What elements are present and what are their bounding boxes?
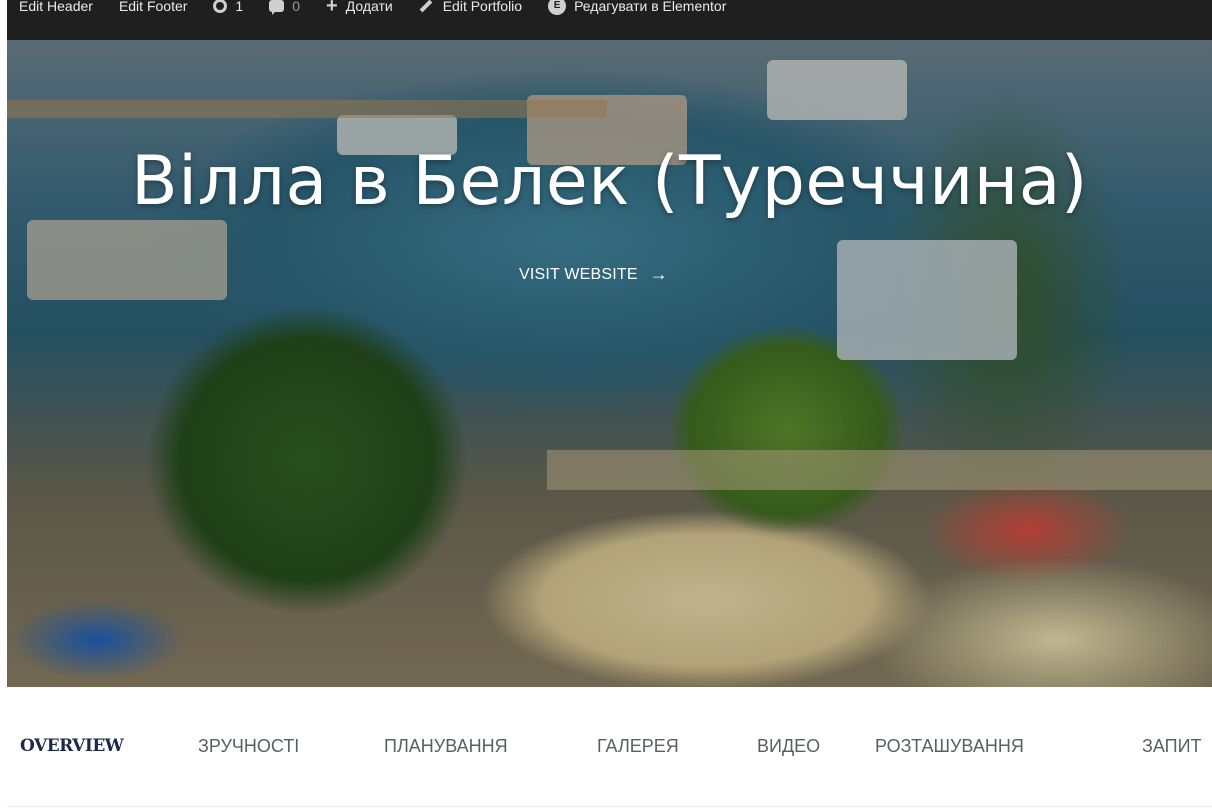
edit-portfolio-label: Edit Portfolio (442, 0, 523, 14)
edit-elementor-link[interactable]: E Редагувати в Elementor (548, 0, 726, 15)
add-new-label: Додати (345, 0, 393, 14)
tabs-divider (7, 806, 1212, 807)
edit-header-link[interactable]: Edit Header (19, 0, 93, 14)
tab-video[interactable]: ВИДЕО (757, 736, 820, 757)
section-tabs: OVERVIEW ЗРУЧНОСТІ ПЛАНУВАННЯ ГАЛЕРЕЯ ВИ… (7, 720, 1212, 780)
comments-count: 0 (292, 0, 301, 14)
plus-icon: + (326, 0, 338, 17)
updates-link[interactable]: 1 (213, 0, 243, 14)
admin-bar: Edit Header Edit Footer 1 0 + Додати Edi… (7, 0, 1212, 40)
hero-banner: Вілла в Белек (Туреччина) VISIT WEBSITE … (7, 40, 1212, 687)
admin-bar-items: Edit Header Edit Footer 1 0 + Додати Edi… (19, 0, 752, 17)
arrow-right-icon: → (649, 264, 668, 284)
tab-planning[interactable]: ПЛАНУВАННЯ (384, 736, 508, 757)
edit-portfolio-link[interactable]: Edit Portfolio (419, 0, 522, 14)
tab-overview[interactable]: OVERVIEW (20, 736, 124, 756)
edit-footer-link[interactable]: Edit Footer (119, 0, 187, 14)
tab-location[interactable]: РОЗТАШУВАННЯ (875, 736, 1024, 757)
pencil-icon (419, 0, 433, 13)
hero-overlay (7, 40, 1212, 687)
edit-header-label: Edit Header (19, 0, 93, 14)
tab-amenities[interactable]: ЗРУЧНОСТІ (198, 736, 299, 757)
edit-footer-label: Edit Footer (118, 0, 188, 14)
tab-request[interactable]: ЗАПИТ (1142, 736, 1202, 757)
edit-elementor-label: Редагувати в Elementor (574, 0, 727, 14)
visit-website-link[interactable]: VISIT WEBSITE → (519, 264, 668, 285)
add-new-link[interactable]: + Додати (326, 0, 393, 17)
tab-gallery[interactable]: ГАЛЕРЕЯ (597, 736, 679, 757)
updates-count: 1 (235, 0, 244, 14)
elementor-icon: E (548, 0, 567, 15)
page-title: Вілла в Белек (Туреччина) (131, 142, 1088, 221)
comments-icon (269, 0, 285, 15)
comments-link[interactable]: 0 (269, 0, 301, 15)
updates-icon (213, 0, 228, 13)
visit-website-label: VISIT WEBSITE (519, 265, 638, 283)
